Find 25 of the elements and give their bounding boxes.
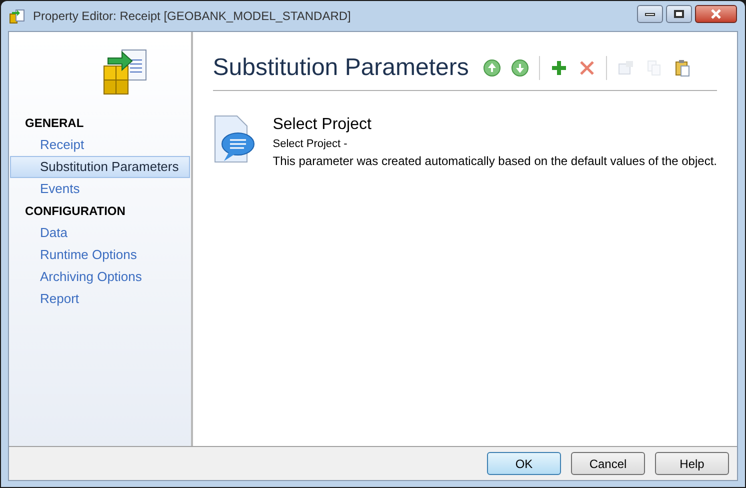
nav-item[interactable]: Report (10, 288, 190, 310)
parameter-caption: Select Project - (272, 137, 348, 152)
nav-item[interactable]: Data (10, 222, 190, 244)
arrow-down-icon[interactable] (509, 57, 531, 79)
dialog-button[interactable]: Cancel (571, 452, 645, 475)
nav-item[interactable]: Archiving Options (10, 266, 190, 288)
parameter-name: Select Project (272, 115, 372, 135)
parameter-description: This parameter was created automatically based on the default values of the object. (272, 153, 717, 169)
nav-item[interactable]: Events (10, 178, 190, 200)
nav-item[interactable]: Runtime Options (10, 244, 190, 266)
section-heading: CONFIGURATION (24, 203, 126, 220)
nav-item[interactable]: Receipt (10, 134, 190, 156)
section-heading: GENERAL (24, 115, 85, 132)
window-title: Property Editor: Receipt [GEOBANK_MODEL_STANDARD] (33, 8, 352, 25)
document-speech-bubble-icon (212, 115, 257, 165)
close-icon (710, 9, 722, 19)
maximize-button[interactable] (666, 5, 692, 23)
dialog-button[interactable]: OK (487, 452, 561, 475)
minimize-button[interactable] (637, 5, 663, 23)
page-title: Substitution Parameters (212, 53, 470, 83)
close-button[interactable] (695, 5, 737, 23)
app-icon (9, 8, 25, 24)
nav-item[interactable]: Substitution Parameters (10, 156, 190, 178)
dialog-button[interactable]: Help (655, 452, 729, 475)
arrow-up-icon[interactable] (481, 57, 503, 79)
